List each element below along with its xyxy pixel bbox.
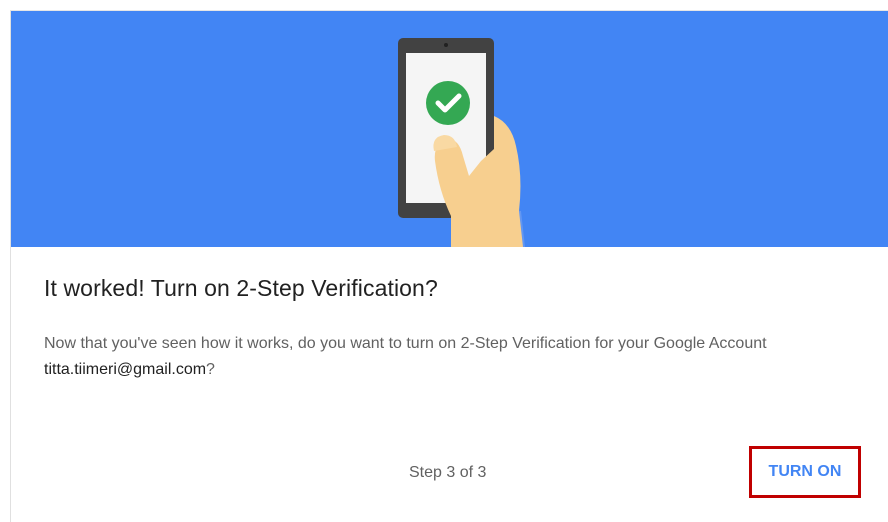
account-email: titta.tiimeri@gmail.com (44, 361, 207, 378)
description-prefix: Now that you've seen how it works, do yo… (44, 335, 767, 352)
phone-check-icon (398, 38, 525, 247)
description-text: Now that you've seen how it works, do yo… (44, 331, 844, 383)
verification-card: It worked! Turn on 2-Step Verification? … (10, 10, 888, 522)
turn-on-button[interactable]: TURN ON (749, 446, 861, 498)
step-indicator: Step 3 of 3 (409, 464, 487, 481)
description-suffix: ? (206, 361, 215, 378)
hero-banner (11, 11, 888, 247)
page-title: It worked! Turn on 2-Step Verification? (44, 275, 438, 301)
